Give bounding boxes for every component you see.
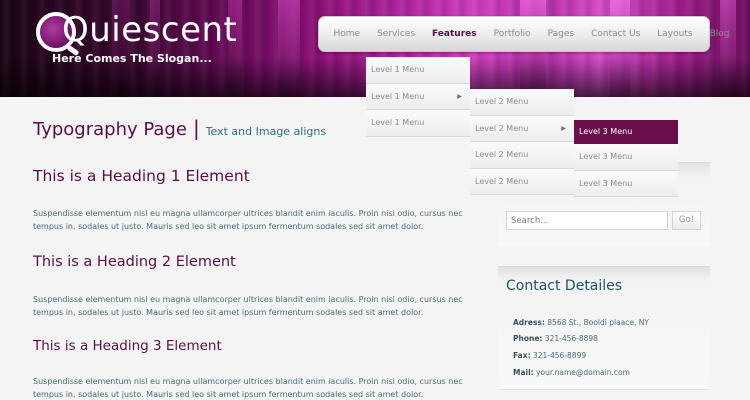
phone-value: 321-456-8898	[544, 334, 598, 343]
nav-contact-us[interactable]: Contact Us	[583, 29, 649, 39]
page-subtitle: Text and Image aligns	[205, 125, 327, 138]
address-value: 8568 St., Booldi plaace, NY	[547, 318, 649, 327]
menu-item-label: Level 3 Menu	[579, 127, 633, 136]
nav-home[interactable]: Home	[325, 29, 369, 39]
menu-item-level-2[interactable]: Level 2 Menu	[470, 168, 574, 195]
mail-value[interactable]: your.name@domain.com	[536, 368, 630, 377]
menu-item-level-2[interactable]: Level 2 Menu ▶	[470, 115, 574, 142]
submenu-arrow-icon: ▶	[457, 92, 462, 100]
menu-item-label: Level 2 Menu	[475, 123, 529, 133]
banner-stripe	[278, 0, 300, 97]
nav-pages[interactable]: Pages	[539, 29, 582, 39]
paragraph: Suspendisse elementum nisl eu magna ulla…	[33, 295, 463, 317]
banner-stripe	[720, 0, 736, 97]
menu-item-label: Level 3 Menu	[579, 178, 633, 188]
dropdown-level-2: Level 2 Menu Level 2 Menu ▶ Level 2 Menu …	[470, 89, 574, 195]
contact-title: Contact Detailes	[506, 278, 623, 294]
menu-item-level-2[interactable]: Level 2 Menu	[470, 89, 574, 116]
phone-label: Phone:	[513, 334, 543, 343]
menu-item-level-3[interactable]: Level 3 Menu	[574, 144, 678, 171]
menu-item-label: Level 3 Menu	[579, 152, 633, 162]
menu-item-label: Level 2 Menu	[475, 176, 529, 186]
menu-item-level-1[interactable]: Level 1 Menu ▶	[366, 83, 470, 110]
nav-layouts[interactable]: Layouts	[649, 29, 701, 39]
page-title-row: Typography Page | Text and Image aligns	[33, 116, 326, 140]
menu-item-level-3[interactable]: Level 3 Menu	[574, 120, 678, 144]
mail-label: Mail:	[513, 368, 534, 377]
contact-fax: Fax: 321-456-8899	[513, 351, 586, 360]
search-go-button[interactable]: Go!	[672, 211, 701, 230]
nav-services[interactable]: Services	[369, 29, 424, 39]
nav-features[interactable]: Features	[424, 29, 486, 39]
contact-address: Adress: 8568 St., Booldi plaace, NY	[513, 318, 649, 327]
menu-item-label: Level 1 Menu	[371, 91, 425, 101]
dropdown-level-3: Level 3 Menu Level 3 Menu Level 3 Menu	[574, 120, 678, 197]
site-logo[interactable]: Quiescent	[62, 10, 237, 50]
menu-item-label: Level 2 Menu	[475, 150, 529, 160]
menu-item-level-2[interactable]: Level 2 Menu	[470, 142, 574, 169]
fax-label: Fax:	[513, 351, 531, 360]
paragraph: Suspendisse elementum nisl eu magna ulla…	[33, 377, 463, 399]
nav-blog[interactable]: Blog	[701, 29, 738, 39]
page-title: Typography Page	[33, 119, 187, 140]
heading-2: This is a Heading 2 Element	[33, 254, 236, 270]
contact-phone: Phone: 321-456-8898	[513, 334, 598, 343]
menu-item-level-1[interactable]: Level 1 Menu	[366, 110, 470, 137]
menu-item-label: Level 1 Menu	[371, 118, 425, 128]
site-slogan: Here Comes The Slogan...	[52, 52, 212, 65]
dropdown-level-1: Level 1 Menu Level 1 Menu ▶ Level 1 Menu	[366, 57, 470, 137]
heading-3: This is a Heading 3 Element	[33, 338, 222, 354]
title-separator: |	[192, 116, 200, 140]
heading-1: This is a Heading 1 Element	[33, 167, 250, 185]
menu-item-level-1[interactable]: Level 1 Menu	[366, 57, 470, 84]
submenu-arrow-icon: ▶	[561, 124, 566, 132]
fax-value: 321-456-8899	[532, 351, 587, 360]
menu-item-label: Level 2 Menu	[475, 97, 529, 107]
paragraph: Suspendisse elementum nisl eu magna ulla…	[33, 209, 463, 231]
search-input[interactable]	[506, 211, 668, 230]
main-navigation: Home Services Features Portfolio Pages C…	[318, 16, 729, 52]
contact-mail: Mail: your.name@domain.com	[513, 368, 630, 377]
menu-item-level-3[interactable]: Level 3 Menu	[574, 170, 678, 197]
nav-portfolio[interactable]: Portfolio	[485, 29, 539, 39]
menu-item-label: Level 1 Menu	[371, 65, 425, 75]
address-label: Adress:	[513, 318, 545, 327]
